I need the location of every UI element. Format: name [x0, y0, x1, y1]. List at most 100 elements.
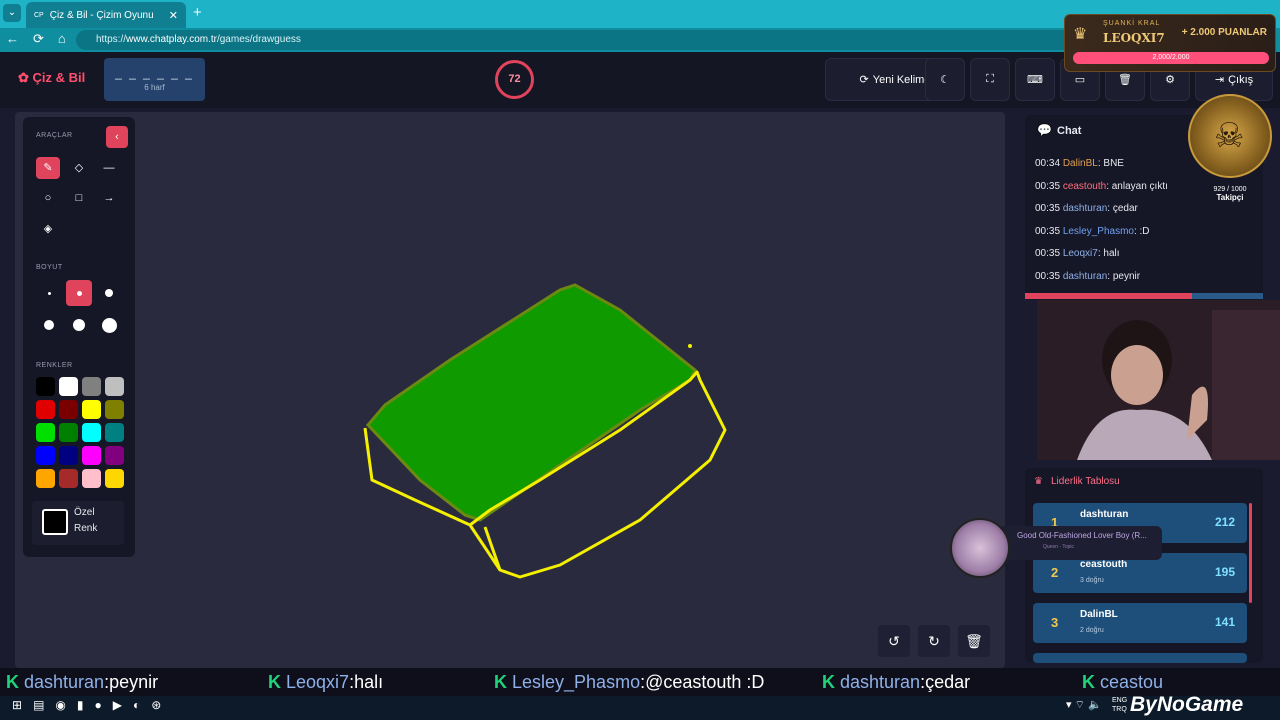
- custom-color-button[interactable]: Özel Renk: [32, 501, 124, 545]
- color-swatch[interactable]: [36, 423, 55, 442]
- color-swatch[interactable]: [82, 377, 101, 396]
- color-swatch[interactable]: [59, 377, 78, 396]
- size-label: BOYUT: [36, 264, 63, 271]
- current-king-widget: ŞUANKİ KRAL LEOQXI7 + 2.000 PUANLAR 2,00…: [1064, 14, 1276, 72]
- chat-message: 00:35 Leoqxi7: halı: [1035, 248, 1120, 260]
- ticker-message: K dashturan:çedar: [822, 672, 971, 692]
- collapse-panel-button[interactable]: ‹: [106, 126, 128, 148]
- undo-button[interactable]: ↺: [878, 625, 910, 657]
- emote-icon: K: [822, 672, 840, 692]
- color-swatch[interactable]: [82, 400, 101, 419]
- size-3[interactable]: [96, 280, 122, 306]
- color-swatch[interactable]: [59, 469, 78, 488]
- eraser-tool[interactable]: ◇: [67, 157, 91, 179]
- obs-icon[interactable]: ◉: [55, 698, 65, 712]
- circle-tool[interactable]: ○: [36, 187, 60, 209]
- leaderboard-row: [1033, 653, 1247, 663]
- trash-icon: 🗑: [965, 633, 983, 649]
- chevron-left-icon: ‹: [115, 131, 119, 143]
- follower-goal: 929 / 1000 Takipçi: [1213, 186, 1247, 202]
- brand-watermark: ByNoGame: [1130, 693, 1244, 716]
- brush-tool[interactable]: ✎: [36, 157, 60, 179]
- brush-icon: ✎: [43, 162, 53, 174]
- follower-goal-medal: ☠: [1188, 94, 1272, 178]
- color-swatch[interactable]: [36, 446, 55, 465]
- leaderboard-title: Liderlik Tablosu: [1051, 476, 1120, 487]
- windows-icon[interactable]: ⊞: [12, 698, 22, 712]
- color-swatch[interactable]: [82, 469, 101, 488]
- emote-icon: K: [268, 672, 286, 692]
- chat-message: 00:35 Lesley_Phasmo: :D: [1035, 225, 1150, 237]
- king-label: ŞUANKİ KRAL: [1103, 20, 1161, 27]
- edge-icon[interactable]: ◐: [133, 698, 140, 712]
- yellow-dot: [688, 344, 692, 348]
- chat-progress-fill: [1025, 293, 1192, 299]
- clear-canvas-button[interactable]: 🗑: [958, 625, 990, 657]
- custom-color-swatch: [42, 509, 68, 535]
- size-6[interactable]: [96, 312, 122, 338]
- chat-message: 00:34 DalinBL: BNE: [1035, 158, 1124, 169]
- circle-icon: ○: [44, 192, 52, 204]
- line-tool[interactable]: —: [97, 157, 121, 179]
- color-swatch[interactable]: [59, 423, 78, 442]
- size-2[interactable]: [66, 280, 92, 306]
- spotify-icon[interactable]: ●: [95, 698, 102, 712]
- colors-label: RENKLER: [36, 362, 73, 369]
- chat-username: DalinBL: [1062, 158, 1098, 169]
- app-icon[interactable]: ▮: [77, 698, 84, 712]
- king-progress: 2,000/2,000: [1073, 52, 1269, 64]
- square-icon: □: [75, 192, 83, 204]
- chat-username: ceastouth: [1062, 180, 1107, 192]
- webcam-overlay: [1037, 300, 1280, 460]
- color-swatch[interactable]: [36, 400, 55, 419]
- youtube-icon[interactable]: ▶: [113, 698, 122, 712]
- song-artist: Queen - Topic: [1043, 544, 1075, 550]
- song-title: Good Old-Fashioned Lover Boy (R...: [1017, 531, 1147, 540]
- chat-ticker: K dashturan:peynir K Leoqxi7:halı K Lesley…: [0, 668, 1280, 698]
- streamer-figure: [1037, 300, 1280, 460]
- color-swatch[interactable]: [82, 423, 101, 442]
- leaderboard-scrollbar[interactable]: [1249, 503, 1252, 603]
- emote-icon: K: [6, 672, 24, 692]
- now-playing-widget: Good Old-Fashioned Lover Boy (R... Queen…: [950, 518, 1162, 578]
- size-5[interactable]: [66, 312, 92, 338]
- undo-icon: ↺: [888, 633, 900, 649]
- size-1[interactable]: [36, 280, 62, 306]
- color-swatch[interactable]: [105, 423, 124, 442]
- size-4[interactable]: [36, 312, 62, 338]
- color-swatch[interactable]: [105, 446, 124, 465]
- color-swatch[interactable]: [105, 469, 124, 488]
- king-crown-icon: ♛: [1073, 26, 1088, 43]
- line-icon: —: [103, 162, 115, 174]
- color-swatch[interactable]: [59, 446, 78, 465]
- language-indicator[interactable]: ENG TRQ: [1112, 696, 1127, 714]
- fill-tool[interactable]: ◈: [36, 218, 60, 240]
- color-swatch[interactable]: [36, 469, 55, 488]
- redo-button[interactable]: ↻: [918, 625, 950, 657]
- arrow-tool[interactable]: →: [97, 187, 121, 209]
- color-swatch[interactable]: [82, 446, 101, 465]
- chat-title: Chat: [1057, 125, 1082, 137]
- ticker-message: K ceastou: [1082, 672, 1164, 692]
- paint-bucket-icon: ◈: [43, 223, 53, 235]
- color-swatch[interactable]: [36, 377, 55, 396]
- crown-icon: ♛: [1034, 476, 1043, 487]
- chat-message: 00:35 dashturan: çedar: [1035, 203, 1138, 215]
- color-swatch[interactable]: [105, 377, 124, 396]
- ticker-message: K dashturan:peynir: [6, 672, 159, 692]
- color-swatch[interactable]: [59, 400, 78, 419]
- redo-icon: ↻: [928, 633, 940, 649]
- steam-icon[interactable]: ⊛: [151, 698, 161, 712]
- ticker-message: K Lesley_Phasmo:@ceastouth :D: [494, 672, 765, 692]
- album-art: [950, 518, 1010, 578]
- chat-username: dashturan: [1062, 271, 1108, 282]
- emote-icon: K: [494, 672, 512, 692]
- folder-icon[interactable]: ▤: [33, 698, 44, 712]
- chat-username: Lesley_Phasmo: [1062, 225, 1134, 237]
- rectangle-tool[interactable]: □: [67, 187, 91, 209]
- ticker-message: K Leoqxi7:halı: [268, 672, 384, 692]
- chat-bubble-icon: 💬: [1037, 123, 1052, 137]
- color-swatch[interactable]: [105, 400, 124, 419]
- arrow-right-icon: →: [103, 192, 115, 204]
- tray-icons[interactable]: ▾ ⌔ 🔈: [1066, 698, 1102, 712]
